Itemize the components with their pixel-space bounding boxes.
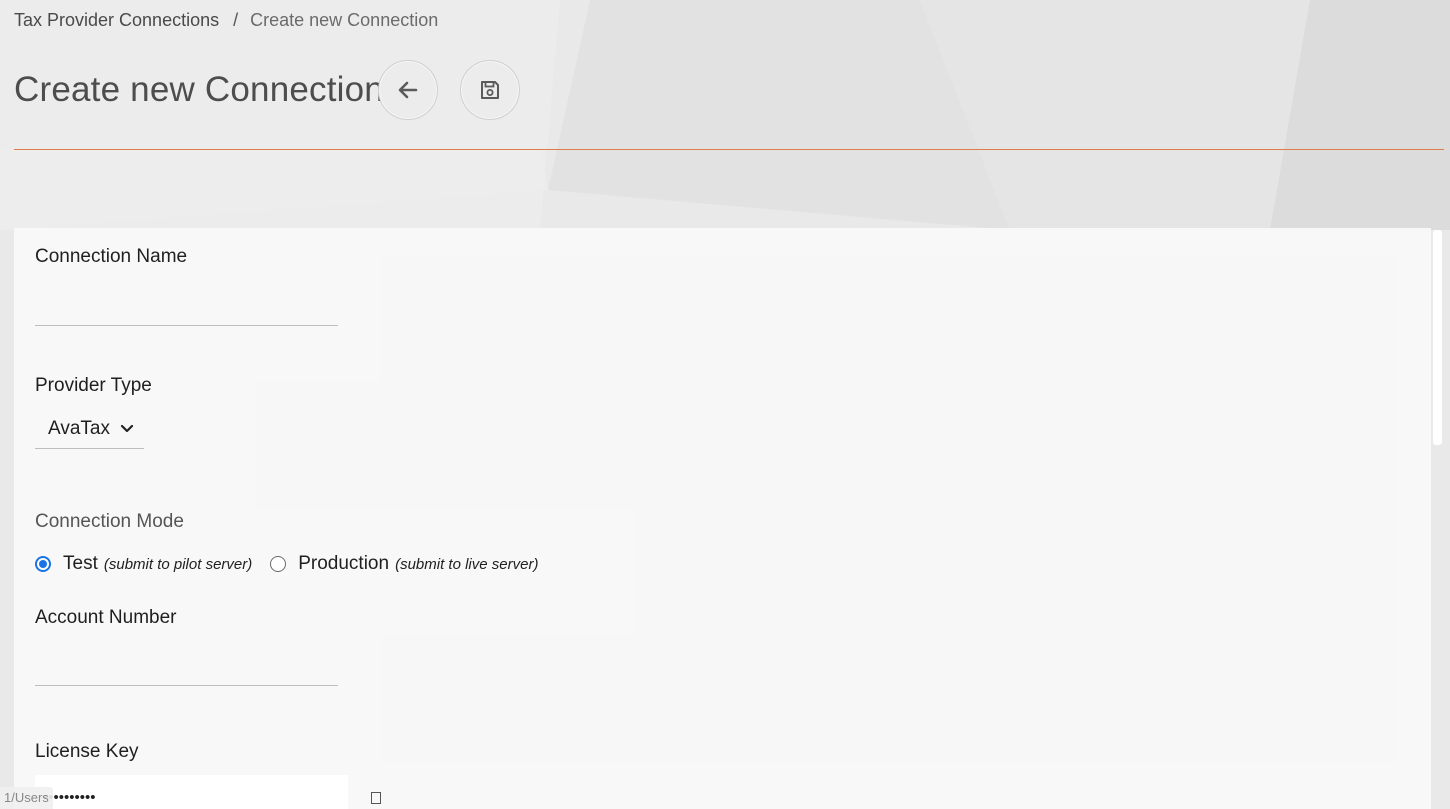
page-title: Create new Connection bbox=[14, 70, 384, 109]
radio-production[interactable] bbox=[270, 556, 287, 572]
account-number-input[interactable] bbox=[35, 652, 338, 686]
header-divider bbox=[14, 149, 1444, 150]
scrollbar[interactable] bbox=[1433, 230, 1442, 445]
radio-test-label[interactable]: Test bbox=[63, 553, 98, 575]
status-bar-url: 1/Users bbox=[0, 787, 53, 809]
connection-name-label: Connection Name bbox=[35, 246, 188, 267]
radio-test[interactable] bbox=[35, 556, 51, 572]
radio-production-label[interactable]: Production bbox=[298, 553, 389, 575]
floppy-disk-icon bbox=[481, 81, 499, 99]
breadcrumb-parent-link[interactable]: Tax Provider Connections bbox=[14, 10, 219, 30]
account-number-label: Account Number bbox=[35, 607, 177, 628]
save-button[interactable] bbox=[460, 60, 520, 120]
license-key-label: License Key bbox=[35, 741, 139, 762]
breadcrumb-current: Create new Connection bbox=[250, 10, 439, 30]
provider-type-select[interactable]: AvaTax bbox=[35, 410, 144, 449]
radio-test-hint: (submit to pilot server) bbox=[103, 555, 253, 573]
provider-type-label: Provider Type bbox=[35, 375, 152, 396]
back-button[interactable] bbox=[378, 60, 438, 120]
license-key-input[interactable]: •••••••••• bbox=[35, 775, 348, 809]
arrow-left-icon bbox=[398, 81, 418, 99]
connection-mode-radio-group: Test (submit to pilot server) Production… bbox=[35, 553, 538, 575]
chevron-down-icon bbox=[120, 424, 134, 434]
breadcrumb: Tax Provider Connections / Create new Conn… bbox=[14, 10, 438, 31]
reveal-password-icon[interactable] bbox=[371, 792, 381, 804]
connection-mode-label: Connection Mode bbox=[35, 511, 184, 532]
radio-production-hint: (submit to live server) bbox=[395, 555, 539, 573]
breadcrumb-separator: / bbox=[233, 10, 239, 30]
provider-type-selected-value: AvaTax bbox=[48, 418, 110, 439]
connection-name-input[interactable] bbox=[35, 292, 338, 326]
